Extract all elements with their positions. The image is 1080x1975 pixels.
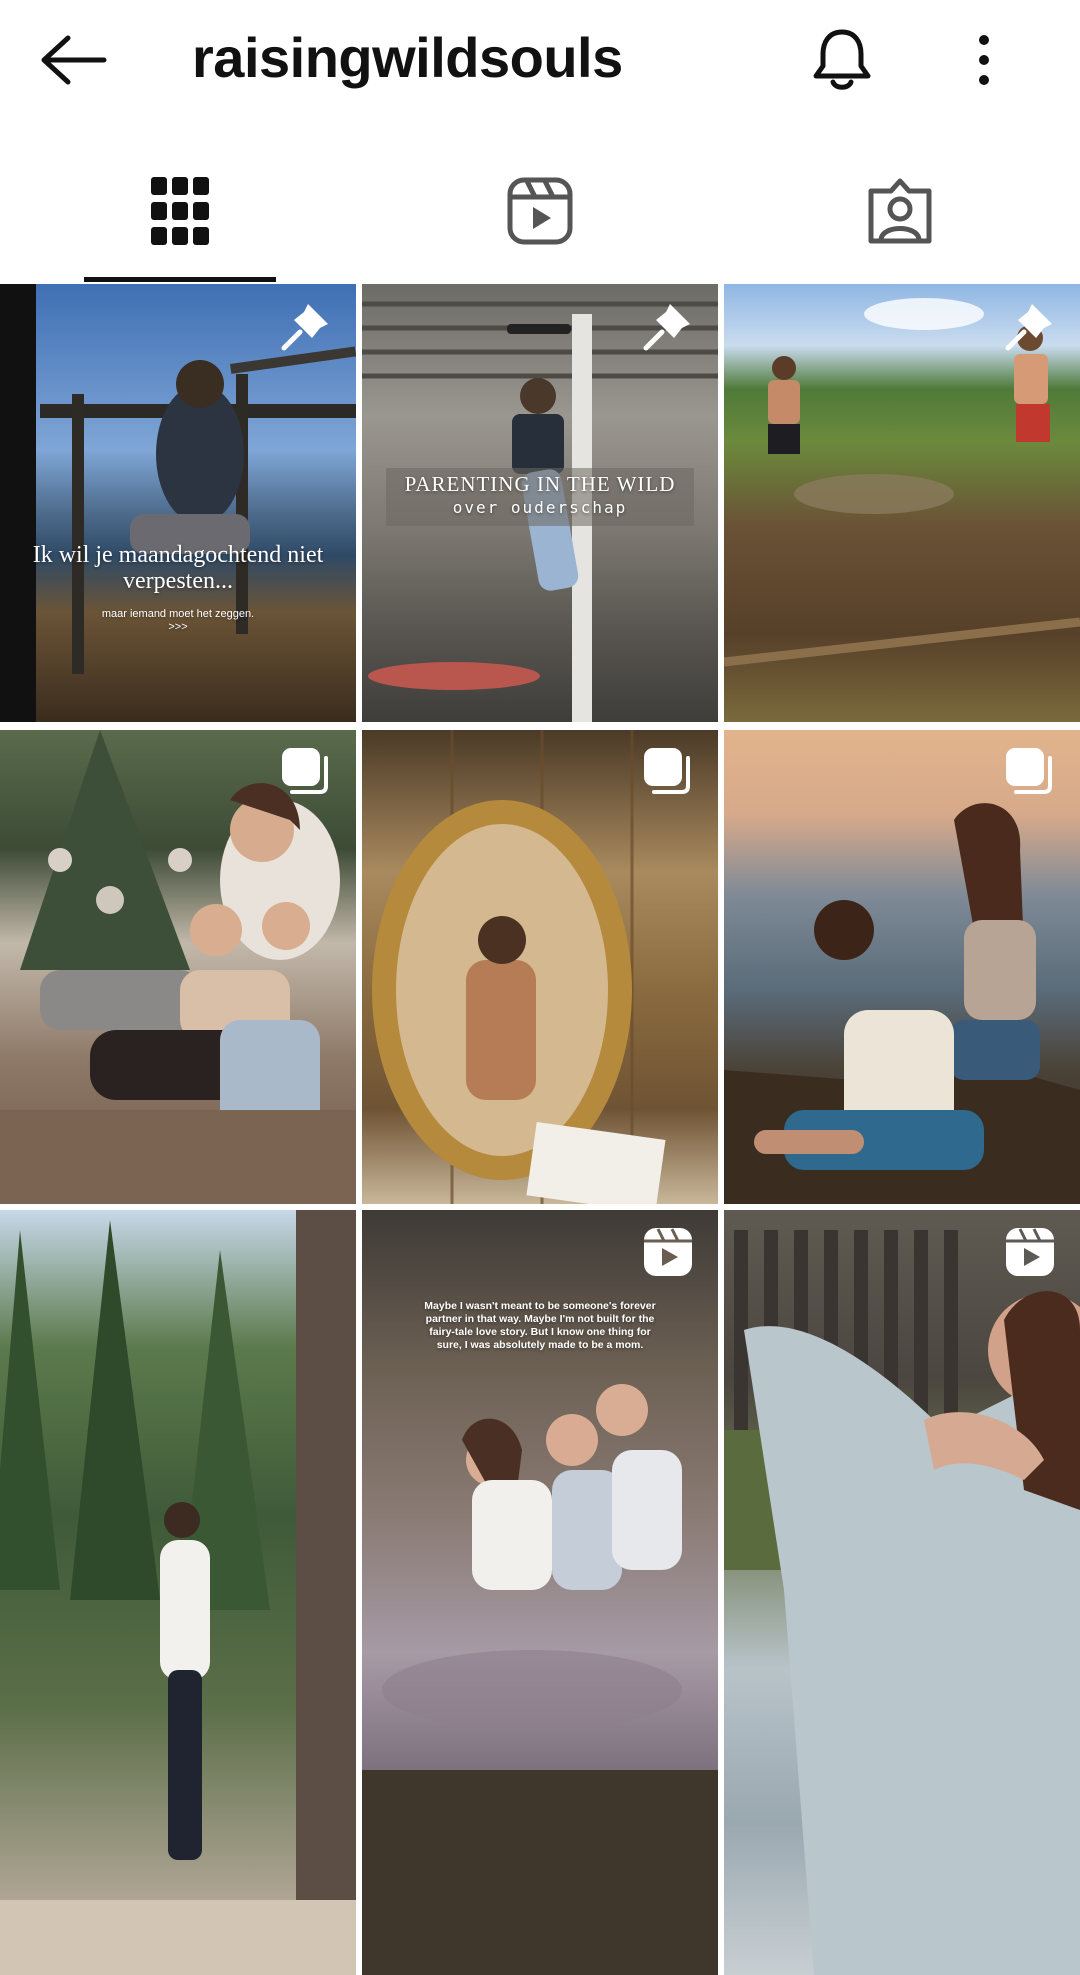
profile-header: raisingwildsouls — [0, 0, 1080, 120]
more-vertical-icon — [979, 35, 989, 85]
post-caption-arrows: >>> — [168, 621, 188, 633]
post-caption-subtext: maar iemand moet het zeggen. >>> — [10, 608, 346, 634]
post-photo — [724, 1230, 1080, 1975]
post-thumbnail[interactable] — [724, 1210, 1080, 1975]
arrow-left-icon — [41, 35, 107, 85]
tab-posts-grid[interactable] — [0, 140, 360, 282]
tab-tagged[interactable] — [720, 140, 1080, 282]
back-button[interactable] — [30, 18, 114, 102]
post-photo — [0, 1210, 356, 1975]
post-photo — [0, 730, 356, 1204]
reel-icon — [1006, 1228, 1054, 1276]
post-thumbnail[interactable] — [724, 284, 1080, 722]
more-options-button[interactable] — [960, 18, 1008, 102]
pin-icon — [1005, 304, 1052, 351]
post-caption-overlay: PARENTING IN THE WILD — [404, 472, 676, 496]
carousel-icon — [644, 748, 690, 794]
post-caption-overlay: Maybe I wasn't meant to be someone's for… — [424, 1300, 656, 1351]
post-caption-subtext: over ouderschap — [452, 498, 628, 517]
post-caption-overlay: Ik wil je maandagochtend niet verpesten.… — [32, 542, 324, 594]
notifications-button[interactable] — [800, 18, 884, 102]
reel-icon — [644, 1228, 692, 1276]
pin-icon — [281, 304, 328, 351]
post-thumbnail[interactable] — [0, 1210, 356, 1975]
post-photo — [372, 730, 666, 1204]
post-thumbnail[interactable]: Ik wil je maandagochtend niet verpesten.… — [0, 284, 356, 722]
profile-username: raisingwildsouls — [192, 26, 623, 89]
pin-icon — [643, 304, 690, 351]
carousel-icon — [1006, 748, 1052, 794]
post-thumbnail[interactable]: Maybe I wasn't meant to be someone's for… — [362, 1210, 718, 1975]
grid-icon — [151, 177, 209, 245]
post-thumbnail[interactable] — [362, 730, 718, 1204]
carousel-icon — [282, 748, 328, 794]
post-thumbnail[interactable] — [724, 730, 1080, 1204]
profile-tabs — [0, 140, 1080, 282]
post-caption-subtext-line: maar iemand moet het zeggen. — [101, 608, 255, 620]
bell-icon — [813, 29, 871, 90]
selected-tab-indicator — [84, 277, 276, 282]
post-thumbnail[interactable]: PARENTING IN THE WILD over ouderschap — [362, 284, 718, 722]
reels-icon — [507, 177, 573, 245]
tagged-person-icon — [868, 178, 932, 244]
post-photo — [724, 803, 1080, 1204]
post-thumbnail[interactable] — [0, 730, 356, 1204]
tab-reels[interactable] — [360, 140, 720, 282]
